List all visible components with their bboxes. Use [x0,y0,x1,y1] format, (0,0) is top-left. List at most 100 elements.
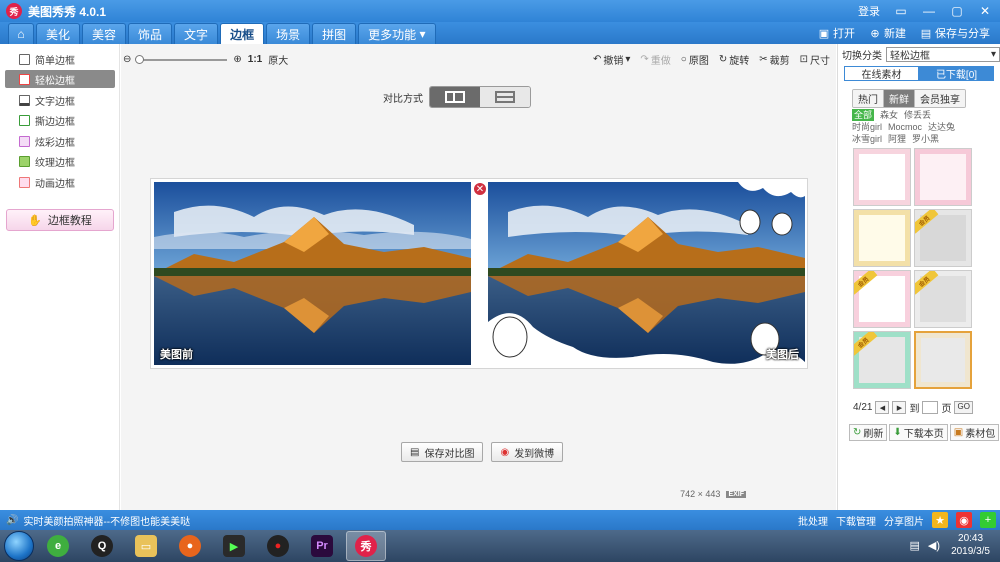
share-picture-link[interactable]: 分享图片 [884,513,924,528]
border-tutorial-button[interactable]: ✋ 边框教程 [6,209,114,231]
filter-hot[interactable]: 热门 [853,90,884,107]
tab-collage[interactable]: 拼图 [312,23,357,44]
material-thumbnail[interactable]: 会员 [853,331,911,389]
app-logo: 秀 [6,3,22,19]
tab-more[interactable]: 更多功能 ▾ [358,23,436,44]
redo-button[interactable]: ↷ 重做 [640,52,670,67]
status-tip[interactable]: 实时美颜拍照神器--不修图也能美美哒 [23,513,190,528]
save-comparison-button[interactable]: ▤ 保存对比图 [401,442,484,462]
material-thumbnail[interactable]: 会员 [914,209,972,267]
maximize-icon[interactable]: ▢ [950,4,964,18]
exif-button[interactable]: EXIF [726,490,746,498]
zoom-slider[interactable] [135,54,228,64]
prev-page-button[interactable]: ◀ [875,401,890,414]
taskbar-app[interactable]: ▭ [126,531,166,561]
original-button[interactable]: ○ 原图 [681,52,709,67]
taskbar-app[interactable]: ● [170,531,210,561]
taskbar-app[interactable]: e [38,531,78,561]
go-button[interactable]: GO [954,401,973,414]
taskbar-app[interactable]: Q [82,531,122,561]
material-thumbnail[interactable] [853,209,911,267]
close-compare-icon[interactable]: ✕ [473,182,487,196]
batch-process-link[interactable]: 批处理 [798,513,828,528]
material-pack-button[interactable]: ▣ 素材包 [949,424,1000,441]
material-thumbnail-selected[interactable] [914,331,972,389]
skin-icon[interactable]: ▭ [894,4,908,18]
compare-top-bottom-button[interactable] [480,87,530,107]
send-weibo-button[interactable]: ◉ 发到微博 [491,442,564,462]
material-thumbnail[interactable]: 会员 [853,270,911,328]
network-icon[interactable]: ▤ [909,539,919,552]
zoom-in-icon[interactable]: ⊕ [233,54,241,65]
tab-border[interactable]: 边框 [220,23,265,44]
page-number-input[interactable] [922,401,939,414]
sidebar-item-torn[interactable]: 撕边边框 [5,111,115,129]
actual-size-button[interactable]: 1:1 [248,54,262,65]
sidebar-item-simple[interactable]: 简单边框 [5,50,115,68]
category-select-value: 轻松边框 [890,51,930,62]
tab-downloaded[interactable]: 已下载[0] [919,66,994,81]
dropdown-arrow-icon[interactable]: ▾ [625,54,630,65]
crop-button[interactable]: ✂ 裁剪 [759,52,789,67]
material-thumbnail[interactable] [914,148,972,206]
resize-button[interactable]: ⊡ 尺寸 [800,52,830,67]
star-icon[interactable]: ★ [932,512,948,528]
taskbar-app[interactable]: ● [258,531,298,561]
download-page-button[interactable]: ⬇ 下载本页 [889,424,948,441]
category-item[interactable]: 达达兔 [928,121,955,133]
material-thumbnail[interactable] [853,148,911,206]
category-all[interactable]: 全部 [852,109,875,121]
sidebar-item-text[interactable]: 文字边框 [5,91,115,109]
start-button[interactable] [4,531,34,561]
add-icon[interactable]: + [980,512,996,528]
tab-beautify[interactable]: 美化 [36,23,81,44]
refresh-button[interactable]: ↻ 刷新 [849,424,888,441]
minimize-icon[interactable]: — [922,4,936,18]
close-icon[interactable]: ✕ [978,4,992,18]
package-icon: ▣ [953,427,964,438]
sidebar-item-animated[interactable]: 动画边框 [5,173,115,191]
new-button[interactable]: ⊕ 新建 [869,25,906,41]
save-share-button[interactable]: ▤ 保存与分享 [920,25,990,41]
filter-vip[interactable]: 会员独享 [915,90,965,107]
category-item[interactable]: 冰雪girl [852,133,882,145]
category-item[interactable]: 森女 [880,109,898,121]
sidebar-item-texture[interactable]: 纹理边框 [5,152,115,170]
download-page-label: 下载本页 [903,429,944,440]
zoom-out-icon[interactable]: ⊖ [123,54,131,65]
weibo-icon[interactable]: ◉ [956,512,972,528]
sidebar-item-easy[interactable]: 轻松边框 [5,70,115,88]
tab-accessories[interactable]: 饰品 [128,23,173,44]
category-item[interactable]: Mocmoc [888,121,922,133]
tab-online-material[interactable]: 在线素材 [844,66,919,81]
login-link[interactable]: 登录 [858,3,880,19]
volume-icon[interactable]: ◀) [928,539,940,552]
home-tab[interactable]: ⌂ [8,23,34,44]
material-thumbnail[interactable]: 会员 [914,270,972,328]
next-page-button[interactable]: ▶ [892,401,907,414]
category-item[interactable]: 时尚girl [852,121,882,133]
category-item[interactable]: 罗小黑 [912,133,939,145]
taskbar-app-active[interactable]: 秀 [346,531,386,561]
undo-button[interactable]: ↶ 撤销 ▾ [593,52,630,67]
open-button[interactable]: ▣ 打开 [818,25,855,41]
taskbar-app[interactable]: ▶ [214,531,254,561]
tab-text[interactable]: 文字 [174,23,219,44]
zoom-slider-knob[interactable] [135,54,145,64]
filter-new[interactable]: 新鲜 [884,90,915,107]
tab-beauty[interactable]: 美容 [82,23,127,44]
compare-side-by-side-button[interactable] [430,87,480,107]
category-item[interactable]: 阿狸 [888,133,906,145]
clock-date: 2019/3/5 [951,546,990,557]
rotate-button[interactable]: ↻ 旋转 [719,52,749,67]
work-area: ⊖ ⊕ 1:1 原大 ↶ 撤销 ▾ ↷ 重做 ○ 原图 ↻ 旋转 ✂ 裁剪 ⊡ 尺寸 对比方式 [121,44,836,510]
clock[interactable]: 20:43 2019/3/5 [951,532,990,558]
original-size-label[interactable]: 原大 [268,52,288,67]
taskbar-app[interactable]: Pr [302,531,342,561]
category-item[interactable]: 修丢丢 [904,109,931,121]
category-select[interactable]: 轻松边框 ▾ [886,47,1000,62]
undo-icon: ↶ [592,54,602,65]
tab-scene[interactable]: 场景 [266,23,311,44]
sidebar-item-colorful[interactable]: 炫彩边框 [5,132,115,150]
download-manager-link[interactable]: 下载管理 [836,513,876,528]
